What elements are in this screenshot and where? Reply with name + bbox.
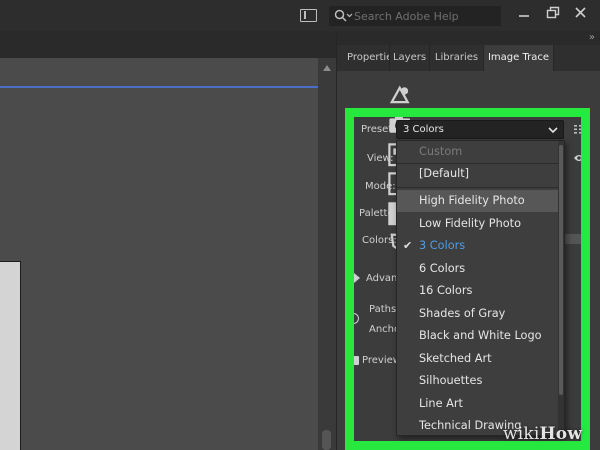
preset-option-high-fidelity-photo[interactable]: High Fidelity Photo bbox=[397, 190, 564, 212]
panel-layout-icon[interactable] bbox=[300, 9, 317, 22]
checkmark-icon: ✔ bbox=[403, 239, 413, 252]
eye-icon[interactable] bbox=[573, 153, 585, 163]
disclosure-triangle-icon[interactable] bbox=[354, 273, 360, 283]
help-search-box[interactable] bbox=[329, 6, 501, 26]
colors-slider[interactable] bbox=[563, 234, 585, 244]
colors-label: Colors: bbox=[362, 235, 397, 246]
watermark-wiki: wiki bbox=[503, 424, 540, 444]
preset-option-16-colors[interactable]: 16 Colors bbox=[397, 280, 564, 302]
menu-divider bbox=[397, 187, 564, 188]
preset-icon-row bbox=[387, 83, 412, 255]
paths-label: Paths bbox=[369, 304, 397, 315]
preset-option-label: 3 Colors bbox=[419, 239, 466, 252]
collapse-panels-icon[interactable]: » bbox=[589, 32, 595, 43]
preset-option-3-colors[interactable]: ✔ 3 Colors bbox=[397, 235, 564, 257]
dropdown-scrollbar[interactable] bbox=[558, 141, 564, 435]
preset-option-label: 6 Colors bbox=[419, 262, 466, 275]
artboard[interactable] bbox=[0, 261, 21, 450]
scrollbar-thumb[interactable] bbox=[322, 430, 331, 450]
preset-option-label: Low Fidelity Photo bbox=[419, 217, 521, 230]
tab-image-trace[interactable]: Image Trace bbox=[484, 45, 554, 71]
preset-menu-icon[interactable] bbox=[574, 124, 583, 134]
document-tab-strip bbox=[0, 31, 336, 58]
preset-option-label: Sketched Art bbox=[419, 352, 492, 365]
panel-tabs: Propertie Layers Libraries Image Trace bbox=[337, 45, 600, 71]
document-canvas[interactable] bbox=[0, 58, 318, 450]
preset-label: Preset: bbox=[361, 124, 396, 135]
preset-option-default[interactable]: [Default] bbox=[397, 163, 564, 185]
auto-color-icon[interactable] bbox=[387, 83, 412, 108]
preset-option-label: Silhouettes bbox=[419, 374, 483, 387]
canvas-vertical-scrollbar[interactable] bbox=[318, 58, 336, 450]
tab-libraries[interactable]: Libraries bbox=[430, 45, 484, 71]
restore-icon[interactable] bbox=[543, 4, 563, 22]
preset-option-shades-of-gray[interactable]: Shades of Gray bbox=[397, 303, 564, 325]
preset-option-line-art[interactable]: Line Art bbox=[397, 393, 564, 415]
chevron-down-icon[interactable] bbox=[548, 126, 558, 134]
preset-option-silhouettes[interactable]: Silhouettes bbox=[397, 370, 564, 392]
watermark-logo: wikiHow bbox=[503, 424, 582, 444]
tab-layers[interactable]: Layers bbox=[390, 45, 430, 71]
preset-option-label: Custom bbox=[419, 145, 463, 158]
tab-properties[interactable]: Propertie bbox=[347, 45, 390, 71]
view-label: View: bbox=[367, 153, 394, 164]
app-bar bbox=[0, 0, 600, 31]
preset-option-label: 16 Colors bbox=[419, 284, 473, 297]
preset-option-black-and-white-logo[interactable]: Black and White Logo bbox=[397, 325, 564, 347]
minimize-icon[interactable] bbox=[514, 4, 534, 22]
palette-label: Palette: bbox=[359, 208, 398, 219]
preset-option-label: Shades of Gray bbox=[419, 307, 506, 320]
dock-header: » bbox=[337, 31, 600, 45]
preset-option-label: [Default] bbox=[419, 167, 470, 180]
preset-option-6-colors[interactable]: 6 Colors bbox=[397, 258, 564, 280]
search-icon[interactable] bbox=[333, 8, 353, 24]
help-search-input[interactable] bbox=[354, 7, 494, 25]
guide-line bbox=[0, 86, 318, 88]
preset-option-low-fidelity-photo[interactable]: Low Fidelity Photo bbox=[397, 213, 564, 235]
preset-option-sketched-art[interactable]: Sketched Art bbox=[397, 348, 564, 370]
preset-option-label: Line Art bbox=[419, 397, 463, 410]
close-icon[interactable] bbox=[571, 4, 591, 22]
scroll-up-arrow-icon[interactable] bbox=[323, 65, 331, 71]
preset-dropdown-list: Custom [Default] High Fidelity Photo Low… bbox=[396, 140, 565, 436]
dropdown-scrollbar-thumb[interactable] bbox=[559, 145, 563, 395]
watermark-how: How bbox=[539, 424, 583, 444]
info-icon bbox=[348, 313, 359, 324]
preview-checkbox[interactable] bbox=[350, 356, 359, 365]
mode-label: Mode: bbox=[365, 181, 396, 192]
preset-option-label: Black and White Logo bbox=[419, 329, 542, 342]
preset-select-value: 3 Colors bbox=[403, 124, 444, 135]
preset-select[interactable]: 3 Colors bbox=[396, 120, 564, 139]
preset-option-custom: Custom bbox=[397, 141, 564, 163]
preset-option-label: High Fidelity Photo bbox=[419, 194, 525, 207]
